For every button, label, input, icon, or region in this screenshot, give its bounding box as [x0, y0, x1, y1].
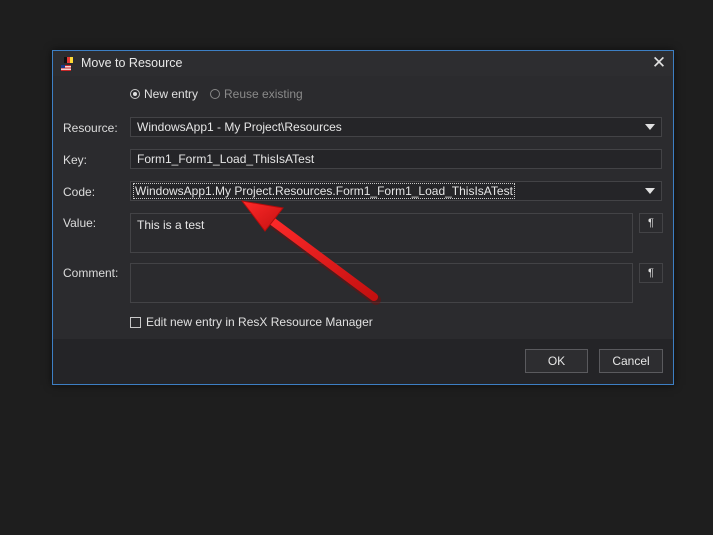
resource-combobox[interactable]: WindowsApp1 - My Project\Resources: [130, 117, 662, 137]
comment-textarea[interactable]: [130, 263, 633, 303]
pilcrow-icon: ¶: [648, 267, 654, 279]
value-text: This is a test: [137, 218, 205, 232]
comment-label: Comment:: [63, 266, 119, 280]
title-bar[interactable]: Move to Resource ✕: [53, 51, 673, 76]
value-label: Value:: [63, 216, 97, 230]
comment-pilcrow-button[interactable]: ¶: [639, 263, 663, 283]
ok-button[interactable]: OK: [525, 349, 588, 373]
radio-reuse-existing[interactable]: Reuse existing: [210, 87, 303, 101]
value-textarea[interactable]: This is a test: [130, 213, 633, 253]
code-label: Code:: [63, 185, 96, 199]
edit-in-manager-label: Edit new entry in ResX Resource Manager: [146, 315, 373, 329]
chevron-down-icon[interactable]: [645, 124, 655, 130]
value-pilcrow-button[interactable]: ¶: [639, 213, 663, 233]
close-icon: ✕: [651, 53, 667, 72]
edit-in-manager-option[interactable]: Edit new entry in ResX Resource Manager: [130, 315, 373, 329]
key-value: Form1_Form1_Load_ThisIsATest: [137, 152, 315, 166]
edit-in-manager-checkbox[interactable]: [130, 316, 141, 328]
dialog-title: Move to Resource: [81, 56, 183, 70]
radio-reuse-existing-indicator[interactable]: [210, 89, 220, 99]
radio-new-entry-indicator[interactable]: [130, 89, 140, 99]
resource-value: WindowsApp1 - My Project\Resources: [137, 120, 342, 134]
resource-label: Resource:: [63, 121, 118, 135]
move-to-resource-dialog: Move to Resource ✕ New entry Reuse exist…: [52, 50, 674, 385]
pilcrow-icon: ¶: [648, 217, 654, 229]
key-input[interactable]: Form1_Form1_Load_ThisIsATest: [130, 149, 662, 169]
code-combobox[interactable]: WindowsApp1.My Project.Resources.Form1_F…: [130, 181, 662, 201]
code-value: WindowsApp1.My Project.Resources.Form1_F…: [133, 183, 515, 199]
radio-reuse-existing-label: Reuse existing: [224, 87, 303, 101]
resx-app-icon: [61, 57, 73, 71]
radio-new-entry[interactable]: New entry: [130, 87, 198, 101]
cancel-button[interactable]: Cancel: [599, 349, 663, 373]
chevron-down-icon[interactable]: [645, 188, 655, 194]
key-label: Key:: [63, 153, 88, 167]
close-button[interactable]: ✕: [650, 53, 668, 72]
radio-new-entry-label: New entry: [144, 87, 199, 101]
